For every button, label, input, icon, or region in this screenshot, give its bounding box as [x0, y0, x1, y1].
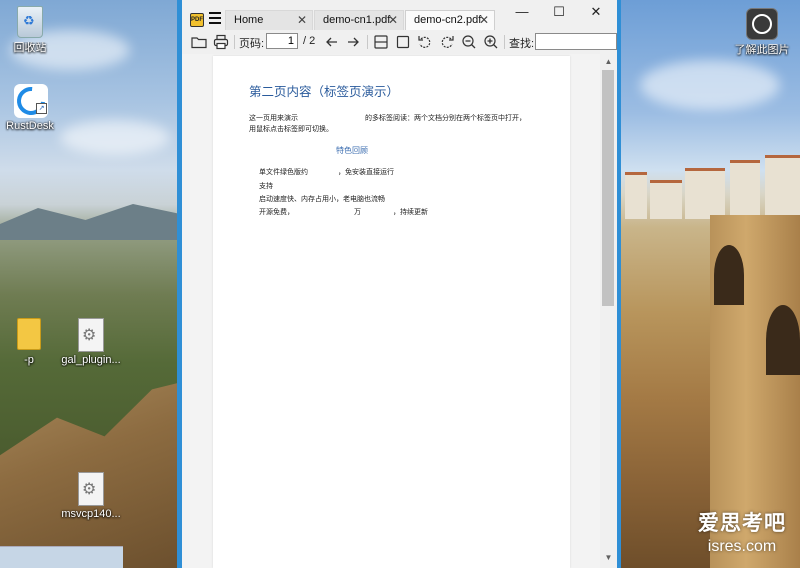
tab-home[interactable]: Home ✕: [225, 10, 313, 30]
document-viewport[interactable]: 第二页内容（标签页演示） 这一页用来演示 的多标签阅读：两个文档分别在两个标签页…: [182, 54, 617, 568]
wallpaper-mountain: [0, 204, 190, 240]
page-number-input[interactable]: [266, 33, 298, 49]
bullet-text: 支持: [259, 183, 273, 190]
bullet-text: ，免安装直接运行: [338, 169, 394, 176]
bullet-text: 启动速度快、内存占用小，老电脑也流畅: [259, 196, 385, 203]
bridge-arch: [766, 305, 800, 375]
maximize-button[interactable]: ☐: [546, 3, 572, 21]
site-watermark: 爱思考吧 isres.com: [698, 507, 786, 556]
previous-page-arrow-icon[interactable]: [323, 33, 341, 51]
search-input[interactable]: [535, 33, 617, 50]
paragraph-fragment: 用鼠标点击标签即可切换。: [249, 126, 333, 133]
next-page-arrow-icon[interactable]: [344, 33, 362, 51]
pdf-page: 第二页内容（标签页演示） 这一页用来演示 的多标签阅读：两个文档分别在两个标签页…: [213, 56, 570, 568]
app-logo-icon: PDF: [190, 13, 204, 27]
page-number-label: 页码:: [239, 38, 265, 50]
toolbar-separator: [504, 35, 505, 49]
scroll-up-arrow-icon[interactable]: ▲: [600, 54, 617, 70]
wallpaper-building: [650, 180, 682, 219]
desktop-icon-label: gal_plugin...: [61, 354, 121, 366]
taskbar-fragment[interactable]: [0, 546, 123, 568]
watermark-url: isres.com: [707, 538, 777, 555]
rotate-right-icon[interactable]: [438, 33, 456, 51]
wallpaper-building: [685, 168, 725, 219]
desktop-icon-msvcp140[interactable]: msvcp140...: [56, 472, 126, 521]
camera-info-icon: [746, 8, 778, 40]
toolbar-separator: [367, 35, 368, 49]
desktop-icon-rustdesk[interactable]: ↗ RustDesk: [0, 81, 65, 133]
tab-label: demo-cn2.pdf: [414, 14, 482, 26]
desktop-icon-recycle-bin[interactable]: 回收站: [0, 6, 65, 55]
tab-demo-cn2[interactable]: demo-cn2.pdf ✕: [405, 10, 495, 30]
wallpaper-cloud: [60, 120, 170, 155]
pdf-reader-window[interactable]: PDF Home ✕ demo-cn1.pdf ✕ demo-cn2.pdf ✕…: [182, 0, 617, 568]
settings-file-icon: [78, 318, 104, 352]
desktop-icon-label: 回收站: [13, 42, 47, 54]
wallpaper-cloud: [640, 60, 780, 110]
desktop-icon-label: msvcp140...: [61, 508, 121, 520]
shortcut-arrow-icon: ↗: [36, 103, 47, 114]
bullet-text: ，持续更新: [393, 209, 428, 216]
open-folder-icon[interactable]: [190, 33, 208, 51]
settings-file-icon: [78, 472, 104, 506]
desktop-icon-label: 了解此图片: [734, 44, 790, 56]
bullet-text: 开源免费，: [259, 209, 294, 216]
tab-close-icon[interactable]: ✕: [297, 13, 307, 27]
paragraph-fragment: 的多标签阅读：两个文档分别在两个标签页中打开，: [365, 115, 526, 122]
tab-demo-cn1[interactable]: demo-cn1.pdf ✕: [314, 10, 404, 30]
bullet-text: 单文件绿色版约: [259, 169, 308, 176]
vertical-scrollbar[interactable]: ▲ ▼: [600, 54, 617, 568]
close-window-button[interactable]: ✕: [583, 3, 609, 21]
zoom-out-icon[interactable]: [460, 33, 478, 51]
search-label: 查找:: [509, 38, 535, 50]
minimize-button[interactable]: —: [509, 3, 535, 21]
bullet-text: 万: [354, 209, 361, 216]
fit-page-icon[interactable]: [394, 33, 412, 51]
tab-close-icon[interactable]: ✕: [479, 13, 489, 27]
section-heading: 特色回顾: [336, 146, 368, 155]
page-heading: 第二页内容（标签页演示）: [249, 85, 400, 99]
page-total-label: / 2: [303, 35, 316, 47]
toolbar: 页码: / 2 查找:: [182, 30, 617, 55]
scroll-down-arrow-icon[interactable]: ▼: [600, 550, 617, 566]
toolbar-separator: [234, 35, 235, 49]
wallpaper-town-scene: [620, 0, 800, 568]
title-bar[interactable]: PDF Home ✕ demo-cn1.pdf ✕ demo-cn2.pdf ✕…: [182, 0, 617, 30]
desktop-icon-label: -p: [24, 354, 34, 366]
folder-icon: [17, 318, 41, 350]
desktop-icon-learn-about-image[interactable]: 了解此图片: [727, 8, 797, 57]
desktop-icon-gal-plugin[interactable]: gal_plugin...: [56, 318, 126, 367]
wallpaper-building: [625, 172, 647, 219]
bridge-arch: [714, 245, 744, 305]
recycle-bin-icon: [17, 6, 43, 38]
zoom-in-icon[interactable]: [482, 33, 500, 51]
tab-label: demo-cn1.pdf: [323, 14, 391, 26]
hamburger-menu-icon[interactable]: [209, 12, 221, 24]
tab-label: Home: [234, 14, 264, 26]
window-border-right: [617, 0, 621, 568]
paragraph-fragment: 这一页用来演示: [249, 115, 298, 122]
scrollbar-thumb[interactable]: [602, 70, 614, 306]
tab-close-icon[interactable]: ✕: [388, 13, 398, 27]
print-icon[interactable]: [212, 33, 230, 51]
watermark-title: 爱思考吧: [698, 512, 786, 535]
wallpaper-building: [730, 160, 760, 219]
wallpaper-building: [765, 155, 800, 219]
fit-width-icon[interactable]: [372, 33, 390, 51]
rotate-left-icon[interactable]: [416, 33, 434, 51]
desktop-icon-folder[interactable]: -p: [0, 318, 64, 367]
desktop-icon-label: RustDesk: [6, 120, 54, 132]
